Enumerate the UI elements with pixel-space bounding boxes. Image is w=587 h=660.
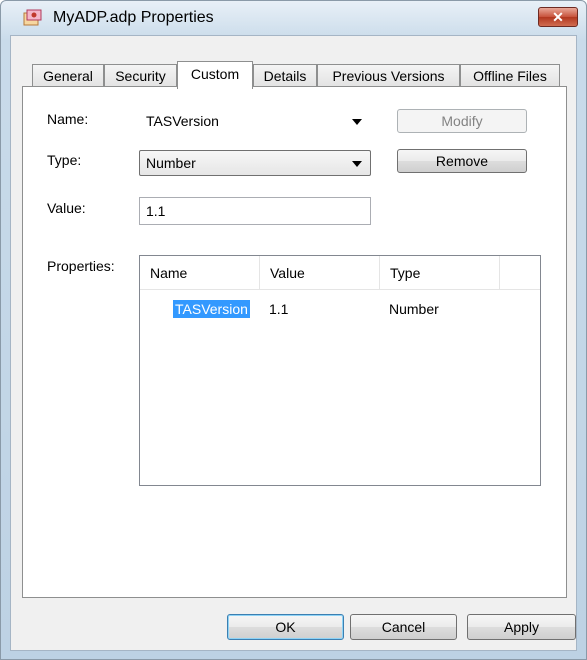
tab-custom[interactable]: Custom [177,61,253,89]
value-input-text: 1.1 [146,203,166,219]
cancel-button[interactable]: Cancel [350,614,457,640]
name-combobox-value: TASVersion [146,113,219,129]
close-icon: ✕ [552,9,564,25]
type-combobox[interactable]: Number [139,150,371,176]
window-title: MyADP.adp Properties [53,9,214,26]
title-bar[interactable]: MyADP.adp Properties ✕ [1,1,586,35]
tab-general[interactable]: General [32,64,104,88]
apply-button[interactable]: Apply [467,614,576,640]
property-value-cell: 1.1 [269,301,289,317]
column-header-name[interactable]: Name [140,256,260,289]
value-label: Value: [47,200,86,216]
type-combobox-value: Number [146,155,196,171]
close-button[interactable]: ✕ [538,7,578,27]
ok-button[interactable]: OK [227,614,344,640]
tab-security[interactable]: Security [104,64,177,88]
column-header-value[interactable]: Value [260,256,380,289]
property-type-cell: Number [389,301,439,317]
property-name-cell: TASVersion [173,300,250,318]
chevron-down-icon [352,161,362,167]
column-header-type[interactable]: Type [380,256,500,289]
properties-list[interactable]: Name Value Type TASVersion 1.1 Number [139,255,541,486]
list-header: Name Value Type [140,256,540,290]
modify-button[interactable]: Modify [397,109,527,133]
tab-offline-files[interactable]: Offline Files [460,64,560,88]
tab-previous-versions[interactable]: Previous Versions [317,64,460,88]
chevron-down-icon [352,119,362,125]
name-label: Name: [47,111,89,127]
name-combobox[interactable]: TASVersion [139,108,371,134]
value-input[interactable]: 1.1 [139,197,371,225]
properties-label: Properties: [47,258,115,274]
access-project-icon [23,9,42,26]
type-label: Type: [47,152,82,168]
remove-button[interactable]: Remove [397,149,527,173]
tab-details[interactable]: Details [253,64,317,88]
